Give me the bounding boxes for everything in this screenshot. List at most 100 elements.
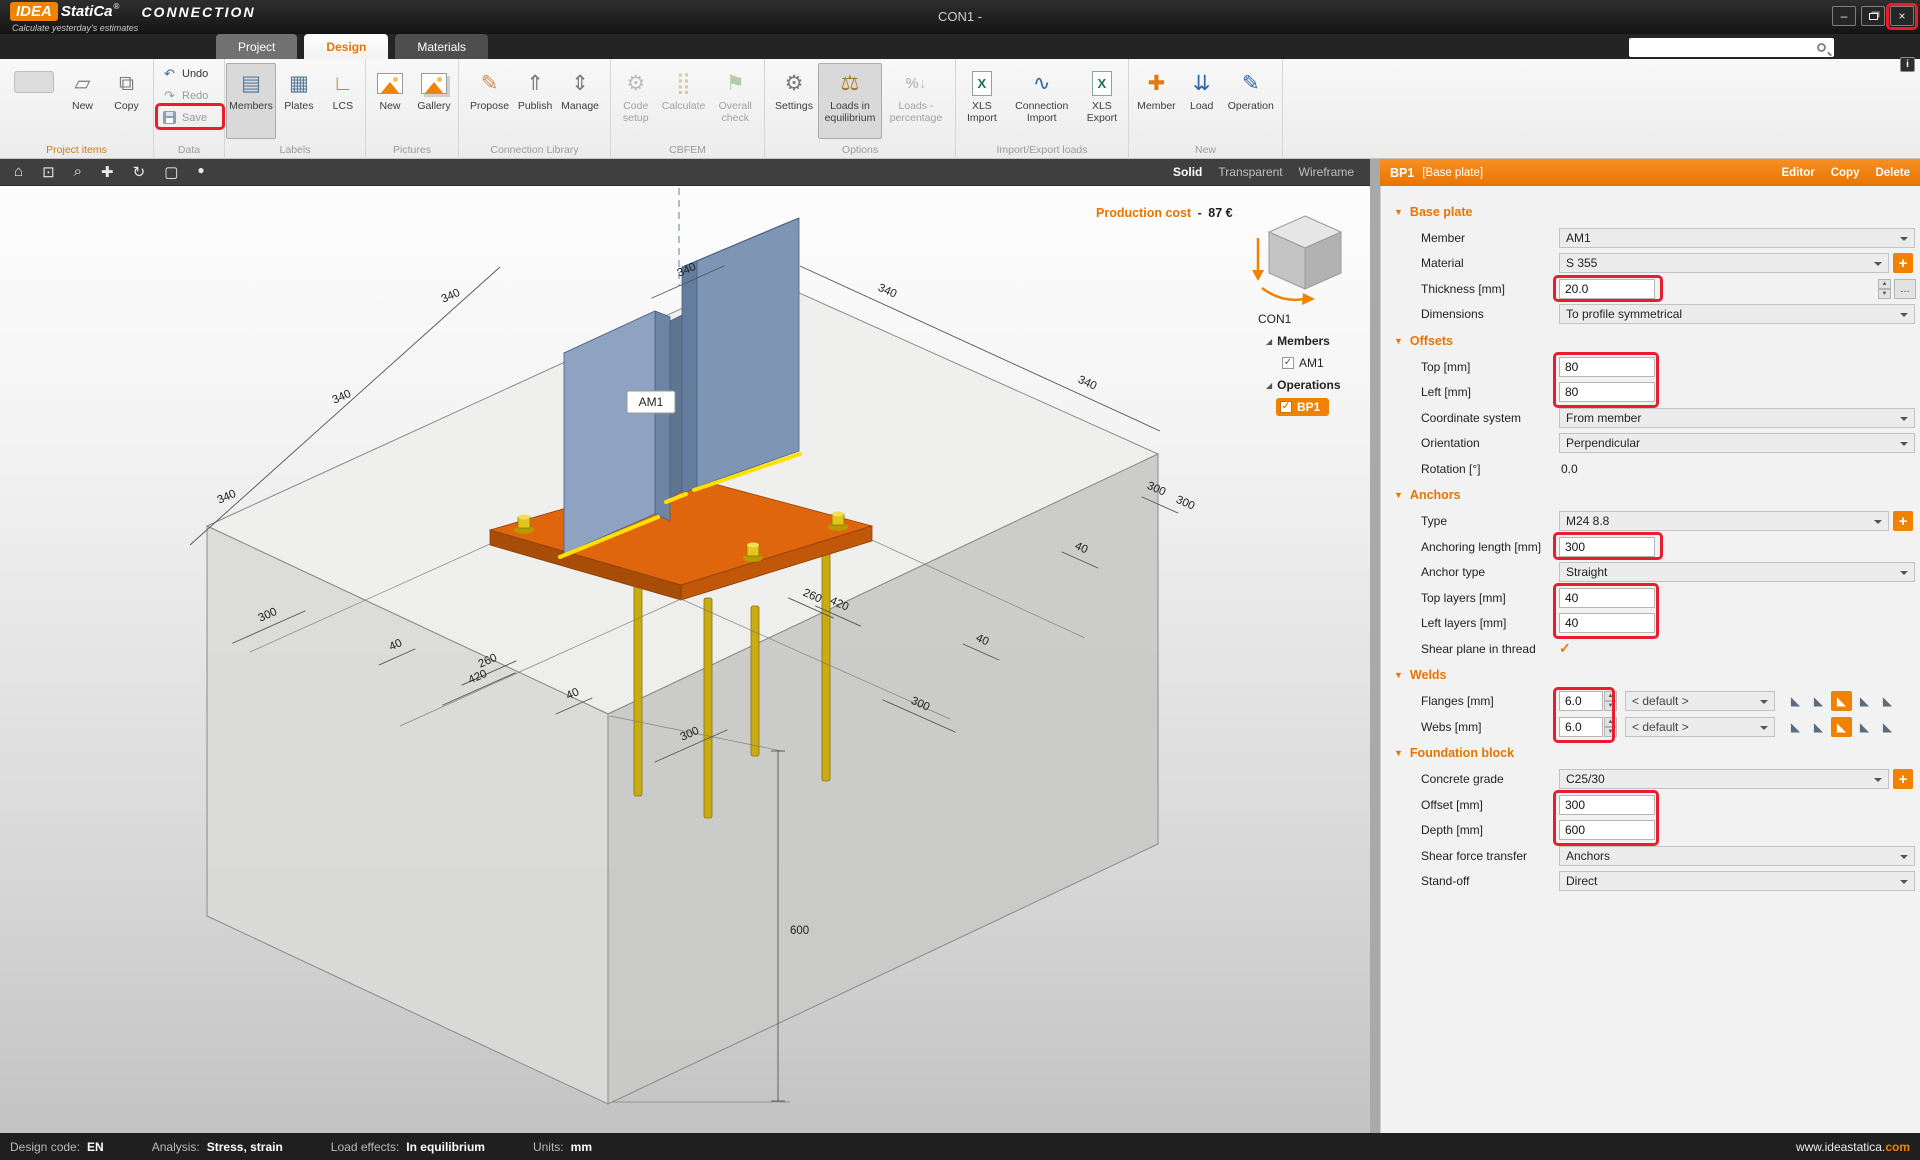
weld-type-intermittent-icon[interactable]: ◣ [1877, 717, 1898, 737]
dimensions-select[interactable]: To profile symmetrical [1559, 304, 1915, 324]
xls-import-button[interactable]: X XLS Import [956, 63, 1008, 139]
flange-weld-spinner[interactable]: ▲ ▼ [1604, 691, 1617, 711]
render-mode-solid[interactable]: Solid [1173, 165, 1202, 179]
shear-plane-checkbox[interactable]: ✓ [1559, 640, 1571, 657]
search-input[interactable] [1629, 40, 1817, 55]
close-button[interactable]: × [1890, 6, 1914, 26]
coordinate-system-select[interactable]: From member [1559, 408, 1915, 428]
material-select[interactable]: S 355 [1559, 253, 1889, 273]
weld-type-butt-icon[interactable]: ◣ [1785, 717, 1806, 737]
website-link[interactable]: www.ideastatica.com [1796, 1140, 1910, 1154]
search-icon[interactable] [1817, 43, 1826, 52]
weld-type-butt-icon[interactable]: ◣ [1785, 691, 1806, 711]
collapse-triangle-icon[interactable]: ▼ [1394, 748, 1403, 758]
editor-button[interactable]: Editor [1781, 167, 1814, 179]
delete-operation-button[interactable]: Delete [1875, 167, 1910, 179]
orientation-select[interactable]: Perpendicular [1559, 433, 1915, 453]
save-button[interactable]: Save [158, 108, 220, 127]
weld-type-plug-icon[interactable]: ◣ [1854, 717, 1875, 737]
flange-weld-material-select[interactable]: < default > [1625, 691, 1775, 711]
member-tag[interactable]: AM1 [627, 391, 675, 413]
add-anchor-grade-button[interactable]: + [1893, 511, 1913, 531]
tree-item-bp1[interactable]: ✓ BP1 [1252, 396, 1368, 418]
web-weld-material-select[interactable]: < default > [1625, 717, 1775, 737]
section-offsets[interactable]: ▼ Offsets [1381, 327, 1920, 354]
weld-type-plug-icon[interactable]: ◣ [1854, 691, 1875, 711]
section-welds[interactable]: ▼ Welds [1381, 662, 1920, 689]
copy-operation-button[interactable]: Copy [1831, 167, 1860, 179]
overall-check-button[interactable]: ⚑ Overall check [707, 63, 765, 139]
pan-icon[interactable]: ✚ [101, 163, 114, 181]
web-weld-spinner[interactable]: ▲ ▼ [1604, 717, 1617, 737]
anchoring-length-input[interactable]: 300 [1559, 537, 1655, 557]
render-mode-wireframe[interactable]: Wireframe [1299, 165, 1354, 179]
copy-project-button[interactable]: ⧉ Copy [106, 63, 148, 139]
offset-top-input[interactable]: 80 [1559, 357, 1655, 377]
weld-type-fillet-icon[interactable]: ◣ [1831, 717, 1852, 737]
web-weld-input[interactable]: 6.0 [1559, 717, 1603, 737]
viewport-3d[interactable]: ⌂ ⊡ ⌕ ✚ ↻ ▢ ● Solid Transparent Wirefram… [0, 159, 1370, 1133]
zoom-icon[interactable]: ⌕ [74, 163, 82, 181]
top-layers-input[interactable]: 40 [1559, 588, 1655, 608]
thickness-more-button[interactable]: ... [1894, 279, 1916, 299]
info-button[interactable]: i [1900, 57, 1915, 72]
section-anchors[interactable]: ▼ Anchors [1381, 482, 1920, 509]
tab-project[interactable]: Project [216, 34, 297, 59]
member-select[interactable]: AM1 [1559, 228, 1915, 248]
loads-in-equilibrium-button[interactable]: ⚖ Loads in equilibrium [818, 63, 882, 139]
spin-down-icon[interactable]: ▼ [1604, 727, 1617, 737]
am1-checkbox[interactable]: ✓ [1282, 357, 1294, 369]
bp1-checkbox[interactable]: ✓ [1280, 401, 1292, 413]
tab-materials[interactable]: Materials [395, 34, 488, 59]
weld-type-intermittent-icon[interactable]: ◣ [1877, 691, 1898, 711]
calculate-button[interactable]: ⣿ Calculate [663, 63, 705, 139]
navigation-cube[interactable] [1252, 216, 1341, 305]
project-item-tile[interactable] [14, 71, 54, 93]
new-member-button[interactable]: ✚ Member [1134, 63, 1179, 139]
connection-import-button[interactable]: ∿ Connection Import [1010, 63, 1074, 139]
maximize-button[interactable] [1861, 6, 1885, 26]
propose-button[interactable]: ✎ Propose [467, 63, 512, 139]
spin-up-icon[interactable]: ▲ [1878, 279, 1891, 289]
add-material-button[interactable]: + [1893, 253, 1913, 273]
weld-type-double-fillet-icon[interactable]: ◣ [1808, 717, 1829, 737]
loads-percentage-button[interactable]: %↓ Loads - percentage [884, 63, 948, 139]
new-project-button[interactable]: ▱ New [62, 63, 104, 139]
code-setup-button[interactable]: ⚙ Code setup [611, 63, 661, 139]
collapse-triangle-icon[interactable]: ▼ [1394, 207, 1403, 217]
undo-button[interactable]: ↶ Undo [158, 64, 220, 83]
redo-button[interactable]: ↷ Redo [158, 86, 220, 105]
tree-node-members[interactable]: ◢ Members [1252, 330, 1368, 352]
render-mode-transparent[interactable]: Transparent [1218, 165, 1282, 179]
thickness-input[interactable]: 20.0 [1559, 279, 1655, 299]
section-base-plate[interactable]: ▼ Base plate [1381, 198, 1920, 225]
bp1-selected-pill[interactable]: ✓ BP1 [1276, 398, 1329, 416]
tree-root-con1[interactable]: CON1 [1252, 308, 1368, 330]
weld-type-double-fillet-icon[interactable]: ◣ [1808, 691, 1829, 711]
labels-lcs-button[interactable]: ∟ LCS [322, 63, 364, 139]
collapse-triangle-icon[interactable]: ▼ [1394, 490, 1403, 500]
rotation-value[interactable]: 0.0 [1559, 462, 1578, 476]
model-canvas[interactable]: 340 340 340 340 340 340 300 300 300 40 2… [0, 186, 1370, 1133]
spin-up-icon[interactable]: ▲ [1604, 691, 1617, 701]
collapse-triangle-icon[interactable]: ▼ [1394, 670, 1403, 680]
rotate-view-icon[interactable]: ↻ [133, 163, 146, 181]
add-concrete-grade-button[interactable]: + [1893, 769, 1913, 789]
home-view-icon[interactable]: ⌂ [14, 163, 23, 181]
fit-view-icon[interactable]: ▢ [164, 163, 178, 181]
settings-button[interactable]: ⚙ Settings [772, 63, 816, 139]
thickness-spinner[interactable]: ▲ ▼ [1878, 279, 1891, 299]
standoff-select[interactable]: Direct [1559, 871, 1915, 891]
foundation-offset-input[interactable]: 300 [1559, 795, 1655, 815]
offset-left-input[interactable]: 80 [1559, 382, 1655, 402]
new-operation-button[interactable]: ✎ Operation [1225, 63, 1277, 139]
zoom-window-icon[interactable]: ⊡ [42, 163, 55, 181]
publish-button[interactable]: ⇑ Publish [514, 63, 556, 139]
collapse-triangle-icon[interactable]: ▼ [1394, 336, 1403, 346]
spin-down-icon[interactable]: ▼ [1878, 289, 1891, 299]
expand-triangle-icon[interactable]: ◢ [1266, 337, 1272, 346]
left-layers-input[interactable]: 40 [1559, 613, 1655, 633]
flange-weld-input[interactable]: 6.0 [1559, 691, 1603, 711]
tree-item-am1[interactable]: ✓ AM1 [1252, 352, 1368, 374]
new-picture-button[interactable]: New [369, 63, 411, 139]
